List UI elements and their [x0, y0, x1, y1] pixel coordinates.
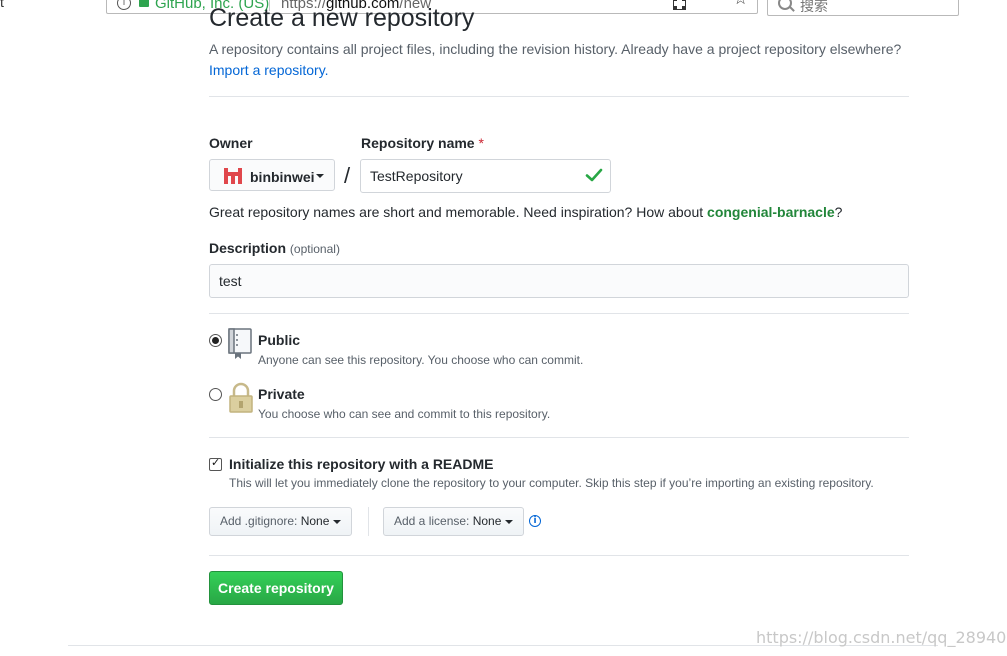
browser-toolbar: ƭ i GitHub, Inc. (US) https://github.com… — [0, 0, 1007, 16]
site-info-icon[interactable]: i — [117, 0, 131, 10]
watermark: https://blog.csdn.net/qq_28940471 — [756, 628, 1007, 647]
back-icon[interactable]: ƭ — [0, 0, 4, 10]
hint-end: ? — [834, 204, 843, 220]
divider — [209, 437, 909, 438]
init-readme-note: This will let you immediately clone the … — [229, 476, 874, 490]
gitignore-prefix: Add .gitignore: — [220, 514, 301, 528]
license-prefix: Add a license: — [394, 514, 473, 528]
license-value: None — [472, 514, 502, 528]
repo-name-label: Repository name * — [361, 135, 484, 151]
select-divider — [368, 507, 369, 536]
valid-check-icon — [585, 168, 603, 182]
repo-name-label-text: Repository name — [361, 135, 475, 151]
subhead-text: A repository contains all project files,… — [209, 41, 902, 57]
private-label: Private — [258, 386, 305, 402]
owner-repo-separator: / — [344, 163, 351, 188]
repo-name-hint: Great repository names are short and mem… — [209, 204, 842, 220]
required-mark: * — [478, 135, 484, 151]
description-label-text: Description — [209, 240, 287, 256]
optional-tag: (optional) — [289, 242, 340, 256]
chevron-down-icon — [505, 519, 514, 524]
chevron-down-icon — [333, 519, 342, 524]
more-actions-icon[interactable]: ••• — [705, 0, 725, 7]
license-select[interactable]: Add a license: None — [383, 507, 525, 536]
license-info-icon[interactable]: i — [529, 515, 541, 527]
public-note: Anyone can see this repository. You choo… — [258, 353, 584, 367]
gitignore-value: None — [300, 514, 330, 528]
subhead-description: A repository contains all project files,… — [209, 39, 909, 81]
public-label: Public — [258, 332, 301, 348]
repo-book-icon — [228, 328, 252, 359]
description-input[interactable] — [209, 264, 909, 298]
private-radio[interactable] — [209, 388, 222, 401]
owner-avatar — [224, 168, 242, 184]
chevron-down-icon — [316, 174, 324, 178]
create-repository-button[interactable]: Create repository — [209, 571, 343, 605]
bookmark-star-icon[interactable]: ☆ — [733, 0, 748, 9]
owner-select-button[interactable]: binbinwei — [209, 159, 335, 191]
import-repository-link[interactable]: Import a repository. — [209, 62, 329, 78]
search-placeholder: 搜索 — [800, 0, 828, 15]
public-radio[interactable] — [209, 334, 222, 347]
hint-text: Great repository names are short and mem… — [209, 204, 708, 220]
checkmark-icon: ✓ — [211, 456, 221, 469]
init-readme-label: Initialize this repository with a README — [229, 456, 494, 472]
owner-name: binbinwei — [250, 169, 315, 185]
owner-label: Owner — [209, 135, 253, 151]
browser-search-bar[interactable]: 搜索 — [767, 0, 959, 16]
qr-code-icon[interactable] — [673, 0, 686, 10]
divider — [209, 555, 909, 556]
divider — [209, 313, 909, 314]
search-icon — [778, 0, 792, 10]
description-label: Description (optional) — [209, 240, 340, 256]
repo-name-input[interactable] — [360, 159, 611, 193]
init-readme-checkbox[interactable]: ✓ — [209, 456, 222, 471]
lock-icon — [229, 382, 253, 413]
name-suggestion[interactable]: congenial-barnacle — [707, 204, 835, 220]
gitignore-select[interactable]: Add .gitignore: None — [209, 507, 353, 536]
divider — [209, 96, 909, 97]
lock-icon — [139, 0, 149, 7]
private-note: You choose who can see and commit to thi… — [258, 407, 551, 421]
page-title: Create a new repository — [209, 4, 475, 32]
